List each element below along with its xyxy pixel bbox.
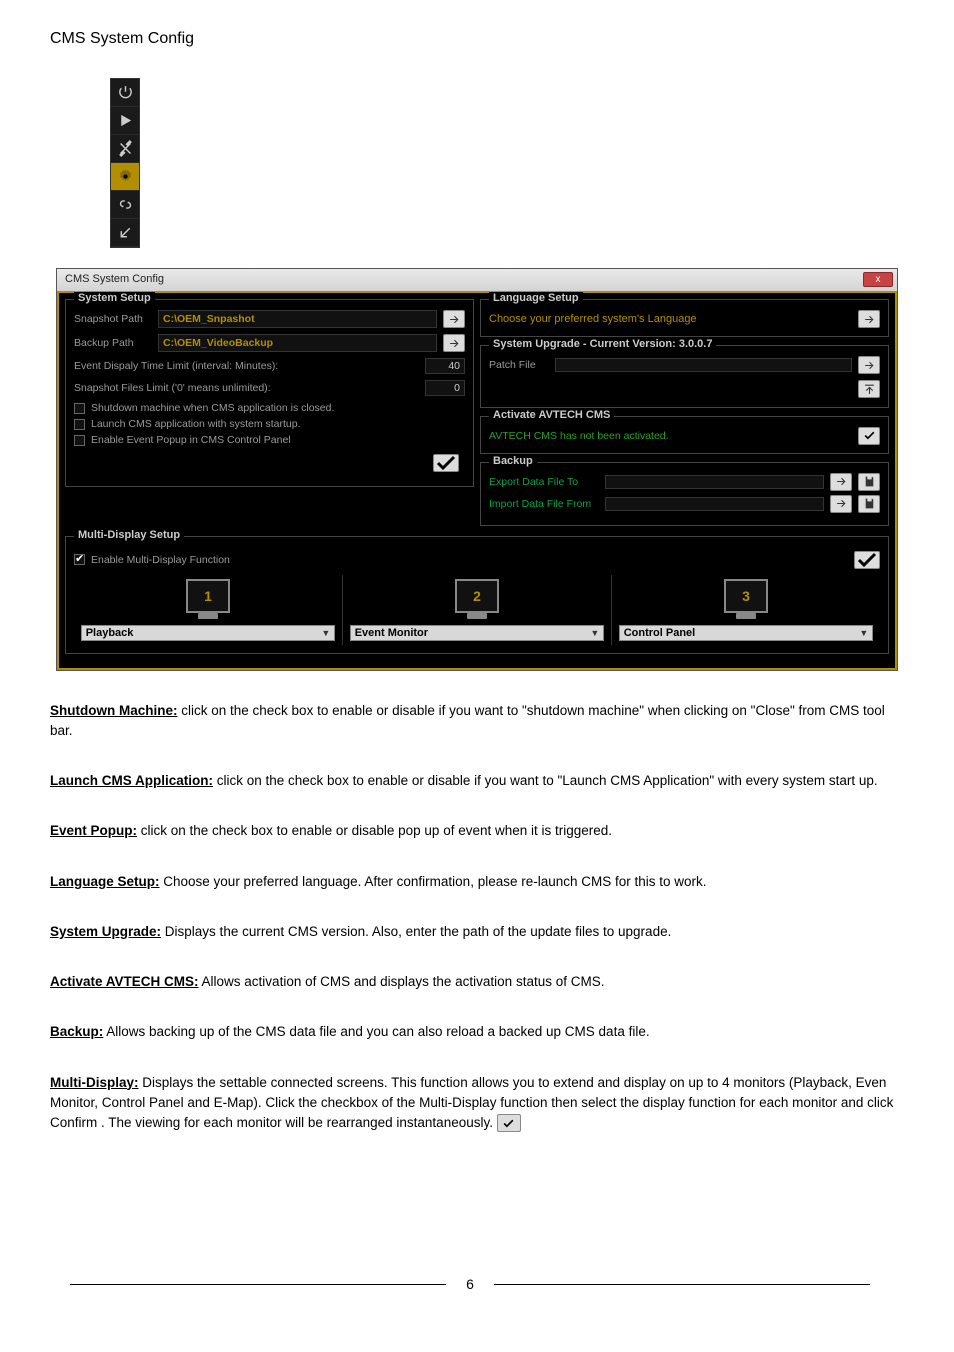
monitor-2-select[interactable]: Event Monitor ▼ — [350, 625, 605, 641]
desc-language: Language Setup: Choose your preferred la… — [50, 872, 904, 892]
backup-path-value: C:\OEM_VideoBackup — [158, 334, 437, 352]
shutdown-checkbox[interactable] — [74, 403, 85, 414]
config-window: CMS System Config x document.currentScri… — [56, 268, 898, 671]
export-browse-button[interactable] — [830, 473, 852, 491]
import-label: Import Data File From — [489, 498, 599, 510]
import-value[interactable] — [605, 497, 824, 511]
patch-file-label: Patch File — [489, 359, 549, 371]
language-text: Choose your preferred system's Language — [489, 313, 697, 325]
window-titlebar: CMS System Config x — [57, 269, 897, 291]
gear-icon[interactable] — [111, 163, 139, 191]
monitor-2-select-value: Event Monitor — [355, 627, 428, 639]
export-save-button[interactable] — [858, 473, 880, 491]
monitor-1-select-value: Playback — [86, 627, 134, 639]
desc-event-popup: Event Popup: click on the check box to e… — [50, 821, 904, 841]
activate-confirm-button[interactable] — [858, 427, 880, 445]
monitor-icon-3: 3 — [724, 579, 768, 613]
language-browse-button[interactable] — [858, 310, 880, 328]
language-setup-fieldset: document.currentScript.parentElement.set… — [480, 299, 889, 337]
system-upgrade-fieldset: document.currentScript.parentElement.set… — [480, 345, 889, 408]
launch-checkbox[interactable] — [74, 419, 85, 430]
multi-display-confirm-button[interactable] — [854, 551, 880, 569]
power-icon[interactable] — [111, 79, 139, 107]
backup-path-label: Backup Path — [74, 337, 152, 349]
import-save-button[interactable] — [858, 495, 880, 513]
export-label: Export Data File To — [489, 476, 599, 488]
popup-checkbox[interactable] — [74, 435, 85, 446]
chain-icon[interactable] — [111, 191, 139, 219]
export-value[interactable] — [605, 475, 824, 489]
desc-launch: Launch CMS Application: click on the che… — [50, 771, 904, 791]
system-setup-fieldset: document.currentScript.parentElement.set… — [65, 299, 474, 487]
monitor-1: 1 Playback ▼ — [74, 575, 343, 645]
snapshot-browse-button[interactable] — [443, 310, 465, 328]
snapshot-path-value: C:\OEM_Snpashot — [158, 310, 437, 328]
activate-fieldset: document.currentScript.parentElement.set… — [480, 416, 889, 454]
desc-multi: Multi-Display: Displays the settable con… — [50, 1073, 904, 1134]
patch-file-value[interactable] — [555, 358, 852, 372]
event-time-label: Event Dispaly Time Limit (interval: Minu… — [74, 360, 419, 372]
tools-icon[interactable] — [111, 135, 139, 163]
desc-backup: Backup: Allows backing up of the CMS dat… — [50, 1022, 904, 1042]
monitor-1-select[interactable]: Playback ▼ — [81, 625, 336, 641]
monitor-2: 2 Event Monitor ▼ — [343, 575, 612, 645]
patch-browse-button[interactable] — [858, 356, 880, 374]
cms-toolbar — [110, 78, 140, 248]
system-setup-confirm-button[interactable] — [433, 454, 459, 472]
popup-label: Enable Event Popup in CMS Control Panel — [91, 434, 291, 446]
arrow-down-left-icon[interactable] — [111, 219, 139, 247]
footer: 6 — [50, 1276, 890, 1292]
snapshot-path-label: Snapshot Path — [74, 313, 152, 325]
launch-label: Launch CMS application with system start… — [91, 418, 301, 430]
backup-browse-button[interactable] — [443, 334, 465, 352]
upgrade-upload-button[interactable] — [858, 380, 880, 398]
event-time-value[interactable]: 40 — [425, 358, 465, 374]
inline-confirm-icon — [497, 1114, 521, 1132]
activate-status-text: AVTECH CMS has not been activated. — [489, 430, 669, 442]
desc-activate: Activate AVTECH CMS: Allows activation o… — [50, 972, 904, 992]
play-icon[interactable] — [111, 107, 139, 135]
import-browse-button[interactable] — [830, 495, 852, 513]
desc-shutdown: Shutdown Machine: click on the check box… — [50, 701, 904, 742]
monitor-icon-1: 1 — [186, 579, 230, 613]
chevron-down-icon: ▼ — [859, 628, 868, 638]
files-limit-label: Snapshot Files Limit ('0' means unlimite… — [74, 382, 419, 394]
monitor-3: 3 Control Panel ▼ — [612, 575, 880, 645]
shutdown-label: Shutdown machine when CMS application is… — [91, 402, 334, 414]
desc-upgrade: System Upgrade: Displays the current CMS… — [50, 922, 904, 942]
monitor-3-select[interactable]: Control Panel ▼ — [619, 625, 874, 641]
page-number: 6 — [466, 1276, 474, 1292]
page-header-text: CMS System Config — [50, 30, 904, 48]
chevron-down-icon: ▼ — [590, 628, 599, 638]
backup-fieldset: document.currentScript.parentElement.set… — [480, 462, 889, 526]
files-limit-value[interactable]: 0 — [425, 380, 465, 396]
window-title: CMS System Config — [65, 273, 164, 285]
multi-display-checkbox[interactable] — [74, 554, 85, 565]
multi-display-fieldset: document.currentScript.parentElement.set… — [65, 536, 889, 654]
chevron-down-icon: ▼ — [321, 628, 330, 638]
monitor-3-select-value: Control Panel — [624, 627, 696, 639]
multi-display-enable-label: Enable Multi-Display Function — [91, 554, 230, 566]
monitor-icon-2: 2 — [455, 579, 499, 613]
close-button[interactable]: x — [863, 272, 893, 287]
